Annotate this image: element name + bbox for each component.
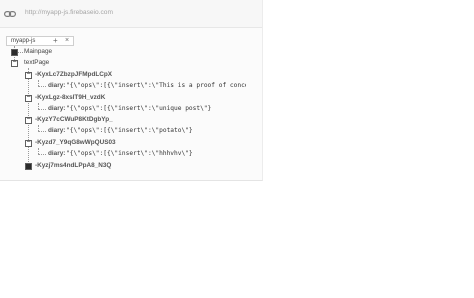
minus-toggle-icon[interactable]: −	[11, 59, 18, 67]
tab-label: myapp-js	[11, 38, 36, 44]
firebase-data-panel: http://myapp-js.firebaseio.com myapp-js …	[0, 0, 263, 181]
field-value-diary[interactable]: "{\"ops\":[{\"insert\":\"unique post\"}	[66, 105, 246, 113]
node-key-entry[interactable]: -KyzY7cCWuP8KtDgbYp_	[35, 116, 113, 124]
node-key-textpage[interactable]: textPage	[24, 59, 49, 67]
minus-toggle-icon[interactable]: −	[25, 139, 32, 147]
remove-icon[interactable]: ×	[65, 37, 69, 44]
field-name-diary: diary:	[48, 127, 66, 134]
add-child-icon[interactable]: +	[53, 36, 58, 45]
field-name-diary: diary:	[48, 82, 66, 89]
field-value-diary[interactable]: "{\"ops\":[{\"insert\":\"This is a proof…	[66, 82, 246, 90]
tree-connector	[38, 86, 46, 88]
node-key-entry[interactable]: -Kyzd7_Y9qG8wWpQUS03	[35, 139, 116, 147]
tree-connector	[38, 154, 46, 156]
node-key-entry[interactable]: -KyxLc7ZbzpJFMpdLCpX	[35, 71, 112, 79]
plus-toggle-icon[interactable]	[11, 49, 18, 56]
field-name-diary: diary:	[48, 150, 66, 157]
minus-toggle-icon[interactable]: −	[25, 94, 32, 102]
database-root-tab[interactable]: myapp-js + ×	[6, 36, 74, 46]
node-key-entry[interactable]: -Kyzj7ms4ndLPpA8_N3Q	[35, 162, 111, 170]
url-bar: http://myapp-js.firebaseio.com	[0, 0, 262, 28]
link-icon	[4, 10, 16, 18]
minus-toggle-icon[interactable]: −	[25, 71, 32, 79]
node-key-mainpage[interactable]: Mainpage	[24, 48, 52, 56]
minus-toggle-icon[interactable]: −	[25, 116, 32, 124]
tree-connector	[38, 109, 46, 111]
tree-connector	[18, 52, 23, 54]
node-key-entry[interactable]: -KyxLgz-8xslT9H_vzdK	[35, 94, 105, 102]
field-value-diary[interactable]: "{\"ops\":[{\"insert\":\"hhhvhv\"}	[66, 150, 246, 158]
url-text[interactable]: http://myapp-js.firebaseio.com	[25, 9, 113, 16]
field-value-diary[interactable]: "{\"ops\":[{\"insert\":\"potato\"}	[66, 127, 246, 135]
plus-toggle-icon[interactable]	[25, 163, 32, 170]
tree-connector	[38, 131, 46, 133]
field-name-diary: diary:	[48, 105, 66, 112]
